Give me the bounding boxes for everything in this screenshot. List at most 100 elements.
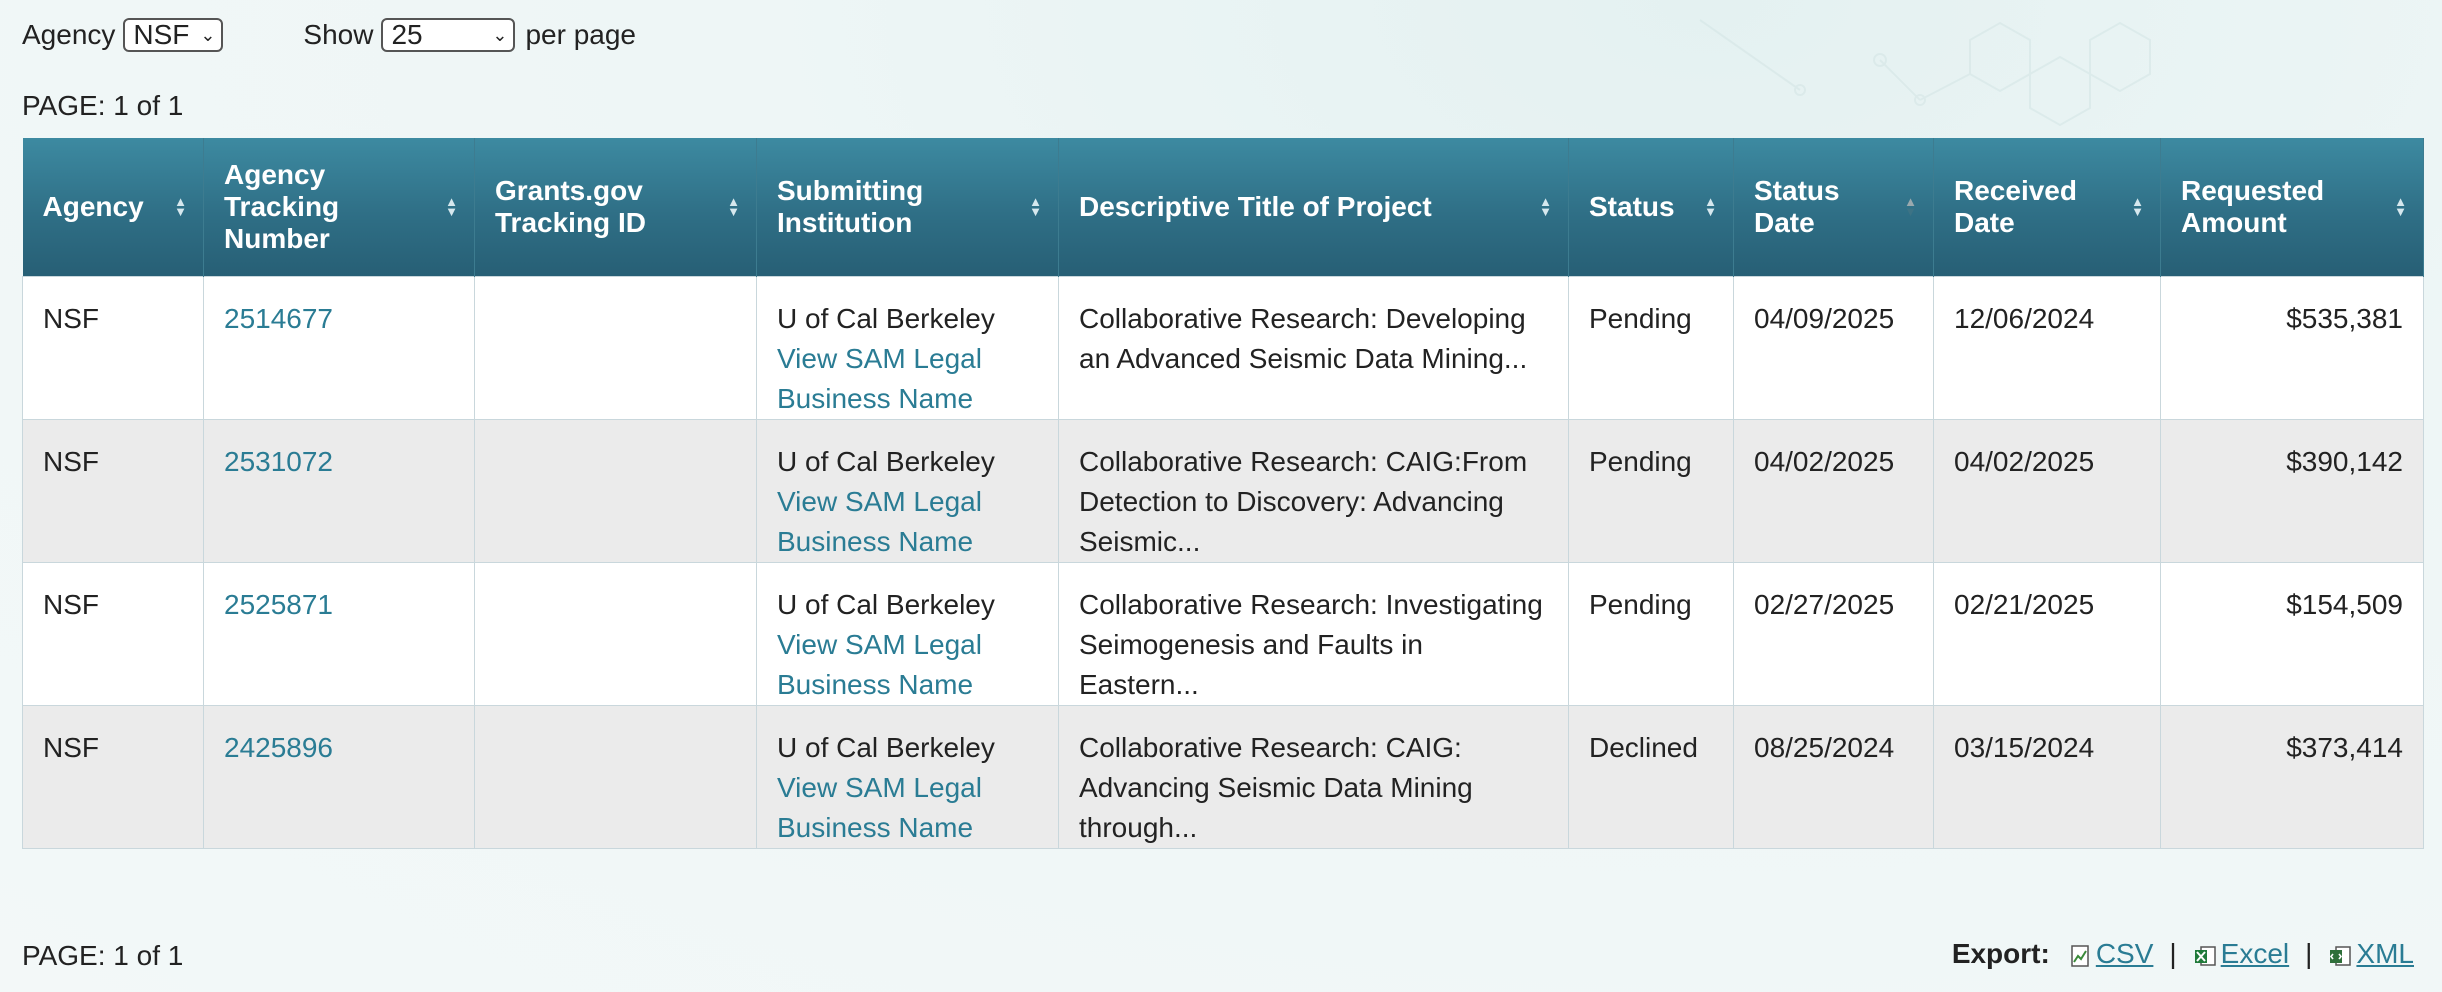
export-excel-link[interactable]: Excel xyxy=(2193,938,2289,970)
cell-status-date: 08/25/2024 xyxy=(1733,705,1934,849)
column-header-status[interactable]: Status ▲ ▼ xyxy=(1568,138,1734,277)
header-label: Status Date xyxy=(1754,175,1840,238)
sort-icon: ▲ ▼ xyxy=(1704,194,1717,219)
institution-name: U of Cal Berkeley xyxy=(777,732,995,763)
table-row: NSF 2514677 U of Cal Berkeley View SAM Le… xyxy=(22,276,2424,420)
column-header-status-date[interactable]: Status Date ▲ ▼ xyxy=(1733,138,1934,277)
cell-agency: NSF xyxy=(22,419,204,563)
table-row: NSF 2531072 U of Cal Berkeley View SAM Le… xyxy=(22,419,2424,563)
header-label: Requested Amount xyxy=(2181,175,2325,238)
tracking-number-link[interactable]: 2525871 xyxy=(224,589,333,620)
cell-received-date: 02/21/2025 xyxy=(1933,562,2161,706)
column-header-grants-gov-tracking-id[interactable]: Grants.gov Tracking ID ▲ ▼ xyxy=(474,138,757,277)
cell-requested-amount: $535,381 xyxy=(2160,276,2424,420)
export-xml-label: XML xyxy=(2356,938,2414,969)
column-header-requested-amount[interactable]: Requested Amount ▲ ▼ xyxy=(2160,138,2424,277)
header-label: Agency Tracking Number xyxy=(224,159,340,254)
cell-grants-gov-id xyxy=(474,419,757,563)
cell-project-title: Collaborative Research: Investigating Se… xyxy=(1058,562,1569,706)
cell-received-date: 03/15/2024 xyxy=(1933,705,2161,849)
export-separator: | xyxy=(2169,938,2177,969)
show-label: Show xyxy=(303,19,374,50)
cell-received-date: 12/06/2024 xyxy=(1933,276,2161,420)
cell-grants-gov-id xyxy=(474,562,757,706)
column-header-descriptive-title[interactable]: Descriptive Title of Project ▲ ▼ xyxy=(1058,138,1569,277)
header-label: Descriptive Title of Project xyxy=(1079,191,1432,222)
csv-file-icon xyxy=(2071,945,2089,967)
column-header-agency-tracking-number[interactable]: Agency Tracking Number ▲ ▼ xyxy=(203,138,475,277)
header-label: Agency xyxy=(42,191,144,222)
header-label: Submitting Institution xyxy=(777,175,924,238)
cell-project-title: Collaborative Research: CAIG:From Detect… xyxy=(1058,419,1569,563)
per-page-label: per page xyxy=(525,19,636,50)
sort-icon: ▲ ▼ xyxy=(1029,194,1042,219)
tracking-number-link[interactable]: 2531072 xyxy=(224,446,333,477)
chevron-down-icon: ⌄ xyxy=(200,24,216,45)
export-csv-link[interactable]: CSV xyxy=(2068,938,2154,970)
sort-icon: ▲ ▼ xyxy=(174,194,187,219)
header-label: Received Date xyxy=(1954,175,2077,238)
agency-select[interactable]: NSF ⌄ xyxy=(123,18,224,52)
export-xml-link[interactable]: XML xyxy=(2328,938,2414,970)
page-size-value: 25 xyxy=(391,19,423,50)
tracking-number-link[interactable]: 2425896 xyxy=(224,732,333,763)
export-csv-label: CSV xyxy=(2095,938,2154,969)
cell-requested-amount: $154,509 xyxy=(2160,562,2424,706)
view-sam-legal-name-link[interactable]: View SAM Legal Business Name xyxy=(777,772,982,843)
column-header-received-date[interactable]: Received Date ▲ ▼ xyxy=(1933,138,2161,277)
pagination-indicator-bottom: PAGE: 1 of 1 xyxy=(22,940,184,971)
sort-icon: ▲ ▼ xyxy=(727,194,740,219)
cell-institution: U of Cal Berkeley View SAM Legal Business… xyxy=(756,419,1059,563)
view-sam-legal-name-link[interactable]: View SAM Legal Business Name xyxy=(777,343,982,414)
cell-agency: NSF xyxy=(22,562,204,706)
cell-status-date: 02/27/2025 xyxy=(1733,562,1934,706)
cell-status: Pending xyxy=(1568,276,1734,420)
institution-name: U of Cal Berkeley xyxy=(777,446,995,477)
cell-project-title: Collaborative Research: CAIG: Advancing … xyxy=(1058,705,1569,849)
cell-tracking-number: 2425896 xyxy=(203,705,475,849)
sort-icon: ▲ ▼ xyxy=(1539,194,1552,219)
cell-received-date: 04/02/2025 xyxy=(1933,419,2161,563)
view-sam-legal-name-link[interactable]: View SAM Legal Business Name xyxy=(777,629,982,700)
agency-filter-label: Agency xyxy=(22,19,116,50)
cell-status: Pending xyxy=(1568,562,1734,706)
cell-institution: U of Cal Berkeley View SAM Legal Business… xyxy=(756,705,1059,849)
export-bar: Export: CSV | Excel | XML xyxy=(1952,938,2414,970)
cell-tracking-number: 2525871 xyxy=(203,562,475,706)
cell-agency: NSF xyxy=(22,276,204,420)
table-header-row: Agency ▲ ▼ Agency Tracking Number ▲ ▼ Grants… xyxy=(22,138,2424,277)
sort-descending-icon: ▲ ▼ xyxy=(1904,194,1917,219)
page-size-select[interactable]: 25 ⌄ xyxy=(381,18,516,52)
header-label: Grants.gov Tracking ID xyxy=(495,175,646,238)
column-header-submitting-institution[interactable]: Submitting Institution ▲ ▼ xyxy=(756,138,1059,277)
sort-icon: ▲ ▼ xyxy=(2131,194,2144,219)
excel-file-icon xyxy=(2194,946,2216,966)
sort-icon: ▲ ▼ xyxy=(445,194,458,219)
cell-grants-gov-id xyxy=(474,705,757,849)
cell-status: Declined xyxy=(1568,705,1734,849)
cell-status-date: 04/02/2025 xyxy=(1733,419,1934,563)
column-header-agency[interactable]: Agency ▲ ▼ xyxy=(22,138,204,277)
export-label: Export: xyxy=(1951,938,2050,969)
filter-controls: Agency NSF ⌄ Show 25 ⌄ per page xyxy=(22,18,644,52)
hexagon-background-decoration xyxy=(1699,19,2151,127)
cell-requested-amount: $373,414 xyxy=(2160,705,2424,849)
tracking-number-link[interactable]: 2514677 xyxy=(224,303,333,334)
view-sam-legal-name-link[interactable]: View SAM Legal Business Name xyxy=(777,486,982,557)
cell-status: Pending xyxy=(1568,419,1734,563)
sort-icon: ▲ ▼ xyxy=(2394,194,2407,219)
pagination-indicator-top: PAGE: 1 of 1 xyxy=(22,90,184,121)
export-separator: | xyxy=(2305,938,2313,969)
chevron-down-icon: ⌄ xyxy=(492,24,508,45)
cell-tracking-number: 2531072 xyxy=(203,419,475,563)
xml-file-icon xyxy=(2330,946,2352,966)
cell-grants-gov-id xyxy=(474,276,757,420)
institution-name: U of Cal Berkeley xyxy=(777,303,995,334)
table-row: NSF 2525871 U of Cal Berkeley View SAM Le… xyxy=(22,562,2424,706)
institution-name: U of Cal Berkeley xyxy=(777,589,995,620)
agency-select-value: NSF xyxy=(133,19,190,50)
cell-status-date: 04/09/2025 xyxy=(1733,276,1934,420)
cell-requested-amount: $390,142 xyxy=(2160,419,2424,563)
cell-agency: NSF xyxy=(22,705,204,849)
cell-institution: U of Cal Berkeley View SAM Legal Business… xyxy=(756,562,1059,706)
